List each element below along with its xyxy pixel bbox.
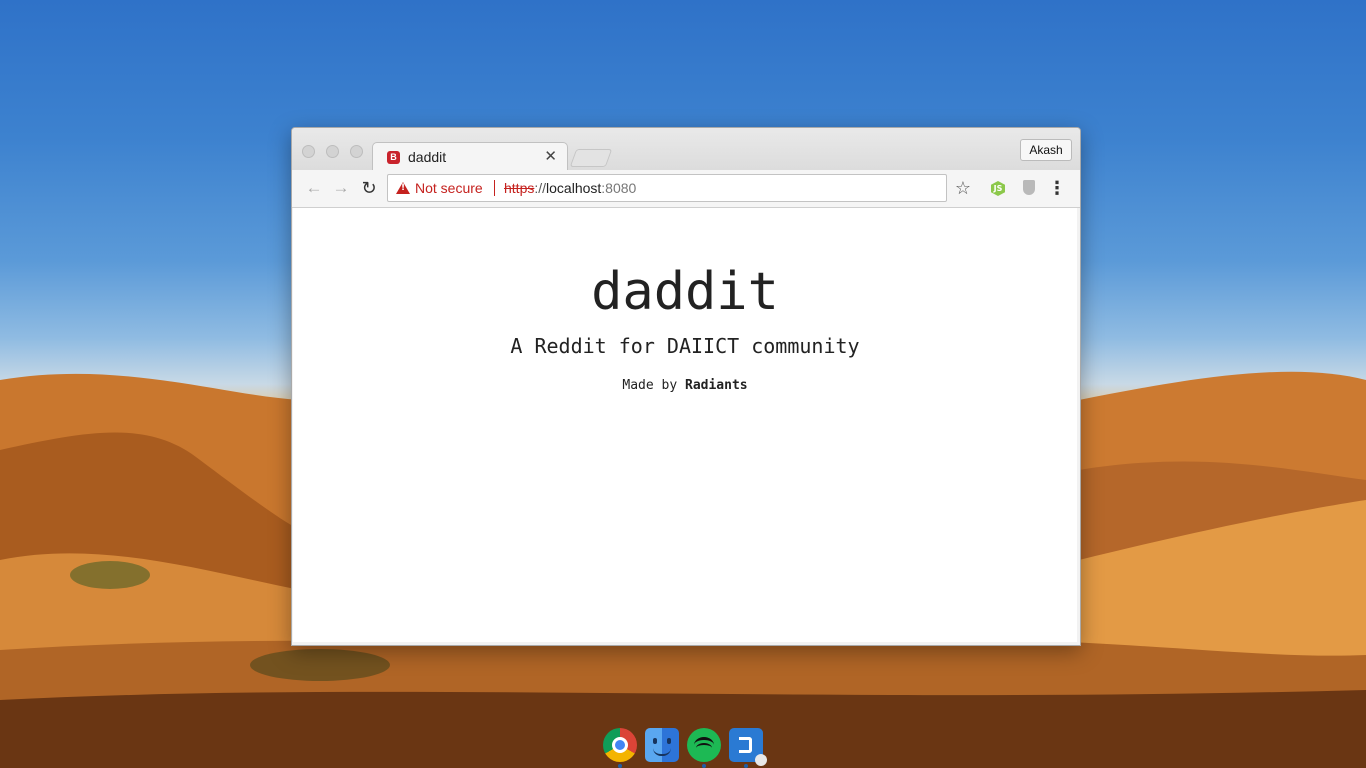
- address-bar[interactable]: Not secure https://localhost:8080: [387, 174, 947, 202]
- spotify-icon[interactable]: [687, 728, 721, 762]
- tab-close-icon[interactable]: ✕: [544, 147, 557, 165]
- minimize-window-button[interactable]: [326, 145, 339, 158]
- vscode-icon[interactable]: [729, 728, 767, 766]
- nodejs-extension-label: JS: [993, 184, 1003, 193]
- back-arrow-icon[interactable]: ←: [304, 178, 324, 198]
- maximize-window-button[interactable]: [350, 145, 363, 158]
- credit-prefix: Made by: [622, 378, 685, 393]
- menu-kebab-icon[interactable]: ⋮: [1047, 178, 1067, 198]
- credit-name: Radiants: [685, 378, 748, 393]
- url-host: localhost: [546, 180, 602, 196]
- page-content: daddit A Reddit for DAIICT community Mad…: [293, 208, 1077, 642]
- chrome-icon[interactable]: [603, 728, 637, 762]
- forward-arrow-icon[interactable]: →: [331, 178, 351, 198]
- page-subtitle: A Reddit for DAIICT community: [510, 334, 860, 358]
- omnibox-divider: [494, 180, 495, 196]
- browser-titlebar: B daddit ✕ Akash: [292, 128, 1080, 171]
- chrome-running-indicator: [618, 764, 622, 768]
- spotify-running-indicator: [702, 764, 706, 768]
- bookmark-star-icon[interactable]: ☆: [953, 178, 973, 198]
- profile-button[interactable]: Akash: [1020, 139, 1072, 161]
- nodejs-extension-icon[interactable]: JS: [991, 181, 1005, 196]
- url-separator: ://: [534, 180, 547, 196]
- shield-extension-icon[interactable]: [1023, 180, 1035, 195]
- new-tab-button[interactable]: [569, 149, 613, 167]
- reload-icon[interactable]: ↻: [359, 178, 379, 198]
- page-credit: Made by Radiants: [293, 378, 1077, 393]
- url-text[interactable]: https://localhost:8080: [504, 180, 636, 196]
- browser-tab-active[interactable]: B daddit ✕: [372, 142, 568, 171]
- warning-icon[interactable]: [396, 182, 410, 194]
- vscode-running-indicator: [744, 764, 748, 768]
- browser-window: B daddit ✕ Akash ← → ↻ Not secure https:…: [291, 127, 1081, 646]
- url-scheme: https: [504, 180, 535, 196]
- tab-title: daddit: [408, 149, 447, 165]
- finder-icon[interactable]: [645, 728, 679, 762]
- url-port: :8080: [601, 180, 637, 196]
- close-window-button[interactable]: [302, 145, 315, 158]
- tab-favicon-icon: B: [387, 151, 400, 164]
- browser-toolbar: ← → ↻ Not secure https://localhost:8080 …: [292, 170, 1080, 208]
- page-title: daddit: [591, 262, 779, 322]
- security-indicator[interactable]: Not secure: [415, 180, 483, 196]
